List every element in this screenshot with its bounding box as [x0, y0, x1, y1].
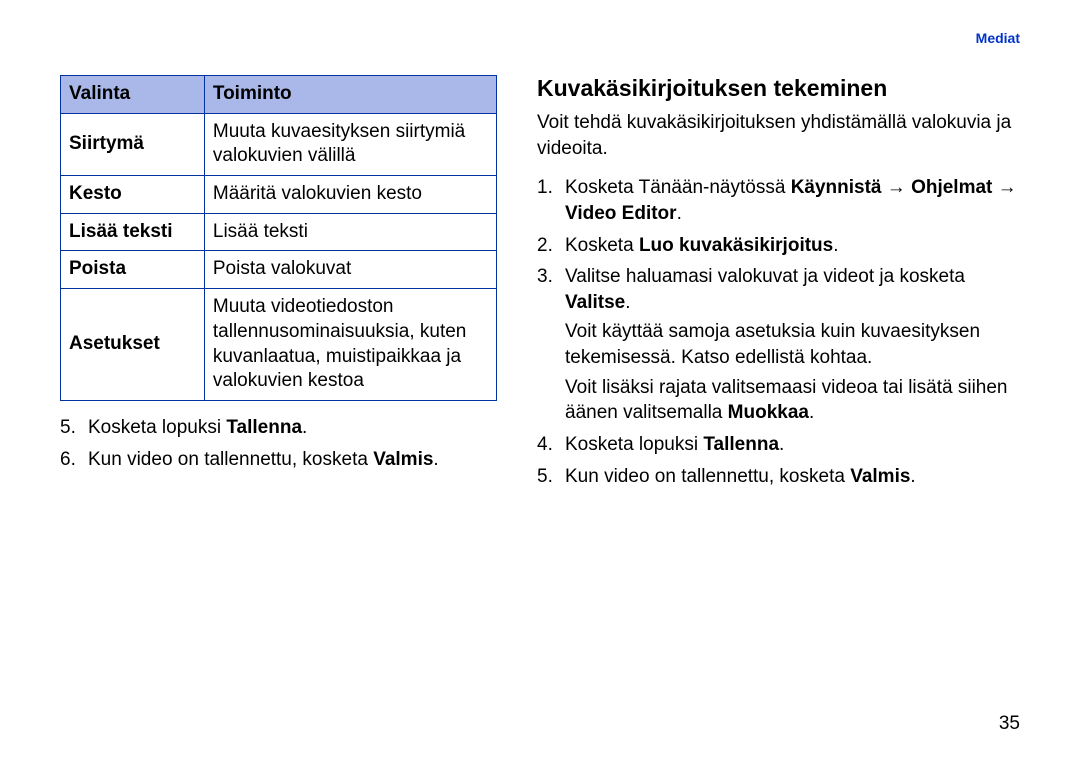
row-desc: Poista valokuvat — [204, 251, 496, 289]
th-toiminto: Toiminto — [204, 76, 496, 114]
table-row: Lisää teksti Lisää teksti — [61, 213, 497, 251]
step-3: Valitse haluamasi valokuvat ja videot ja… — [537, 264, 1020, 426]
step-5: Kun video on tallennettu, kosketa Valmis… — [537, 464, 1020, 490]
intro-text: Voit tehdä kuvakäsikirjoituksen yhdistäm… — [537, 110, 1020, 161]
section-header: Mediat — [976, 30, 1020, 46]
text: . — [833, 235, 838, 256]
step-5: Kosketa lopuksi Tallenna. — [60, 415, 497, 441]
page-number: 35 — [999, 713, 1020, 735]
step-6: Kun video on tallennettu, kosketa Valmis… — [60, 447, 497, 473]
row-desc: Muuta videotiedoston tallennusominaisuuk… — [204, 289, 496, 401]
row-desc: Määritä valokuvien kesto — [204, 176, 496, 214]
text: Kosketa — [565, 235, 639, 256]
step-2: Kosketa Luo kuvakäsikirjoitus. — [537, 233, 1020, 259]
bold: Tallenna — [703, 434, 779, 455]
left-column: Valinta Toiminto Siirtymä Muuta kuvaesit… — [60, 75, 497, 495]
left-steps: Kosketa lopuksi Tallenna. Kun video on t… — [60, 415, 497, 472]
text: . — [779, 434, 784, 455]
text: Kun video on tallennettu, kosketa — [565, 466, 850, 487]
text: Valitse haluamasi valokuvat ja videot ja… — [565, 266, 965, 287]
row-label: Asetukset — [61, 289, 205, 401]
text: Kosketa lopuksi — [565, 434, 703, 455]
arrow: → — [882, 177, 912, 198]
bold: Tallenna — [226, 417, 302, 438]
text: . — [433, 449, 438, 470]
text: . — [625, 292, 630, 313]
table-row: Siirtymä Muuta kuvaesityksen siirtymiä v… — [61, 113, 497, 175]
text: . — [809, 402, 814, 423]
text: . — [677, 203, 682, 224]
sub-paragraph: Voit lisäksi rajata valitsemaasi videoa … — [565, 375, 1020, 426]
bold: Video Editor — [565, 203, 677, 224]
bold: Valmis — [373, 449, 433, 470]
table-row: Asetukset Muuta videotiedoston tallennus… — [61, 289, 497, 401]
row-desc: Lisää teksti — [204, 213, 496, 251]
right-column: Kuvakäsikirjoituksen tekeminen Voit tehd… — [537, 75, 1020, 495]
table-row: Poista Poista valokuvat — [61, 251, 497, 289]
row-desc: Muuta kuvaesityksen siirtymiä valokuvien… — [204, 113, 496, 175]
bold: Käynnistä — [791, 177, 882, 198]
text: . — [910, 466, 915, 487]
step-4: Kosketa lopuksi Tallenna. — [537, 432, 1020, 458]
bold: Valmis — [850, 466, 910, 487]
bold: Luo kuvakäsikirjoitus — [639, 235, 833, 256]
arrow: → — [992, 177, 1016, 198]
step-1: Kosketa Tänään-näytössä Käynnistä → Ohje… — [537, 175, 1020, 226]
bold: Valitse — [565, 292, 625, 313]
bold: Muokkaa — [728, 402, 809, 423]
th-valinta: Valinta — [61, 76, 205, 114]
section-title: Kuvakäsikirjoituksen tekeminen — [537, 75, 1020, 102]
sub-paragraph: Voit käyttää samoja asetuksia kuin kuvae… — [565, 319, 1020, 370]
content-columns: Valinta Toiminto Siirtymä Muuta kuvaesit… — [60, 75, 1020, 495]
row-label: Lisää teksti — [61, 213, 205, 251]
right-steps: Kosketa Tänään-näytössä Käynnistä → Ohje… — [537, 175, 1020, 489]
options-table: Valinta Toiminto Siirtymä Muuta kuvaesit… — [60, 75, 497, 401]
text: Kosketa Tänään-näytössä — [565, 177, 791, 198]
text: Kun video on tallennettu, kosketa — [88, 449, 373, 470]
row-label: Siirtymä — [61, 113, 205, 175]
row-label: Poista — [61, 251, 205, 289]
row-label: Kesto — [61, 176, 205, 214]
text: . — [302, 417, 307, 438]
table-row: Kesto Määritä valokuvien kesto — [61, 176, 497, 214]
text: Kosketa lopuksi — [88, 417, 226, 438]
bold: Ohjelmat — [911, 177, 992, 198]
